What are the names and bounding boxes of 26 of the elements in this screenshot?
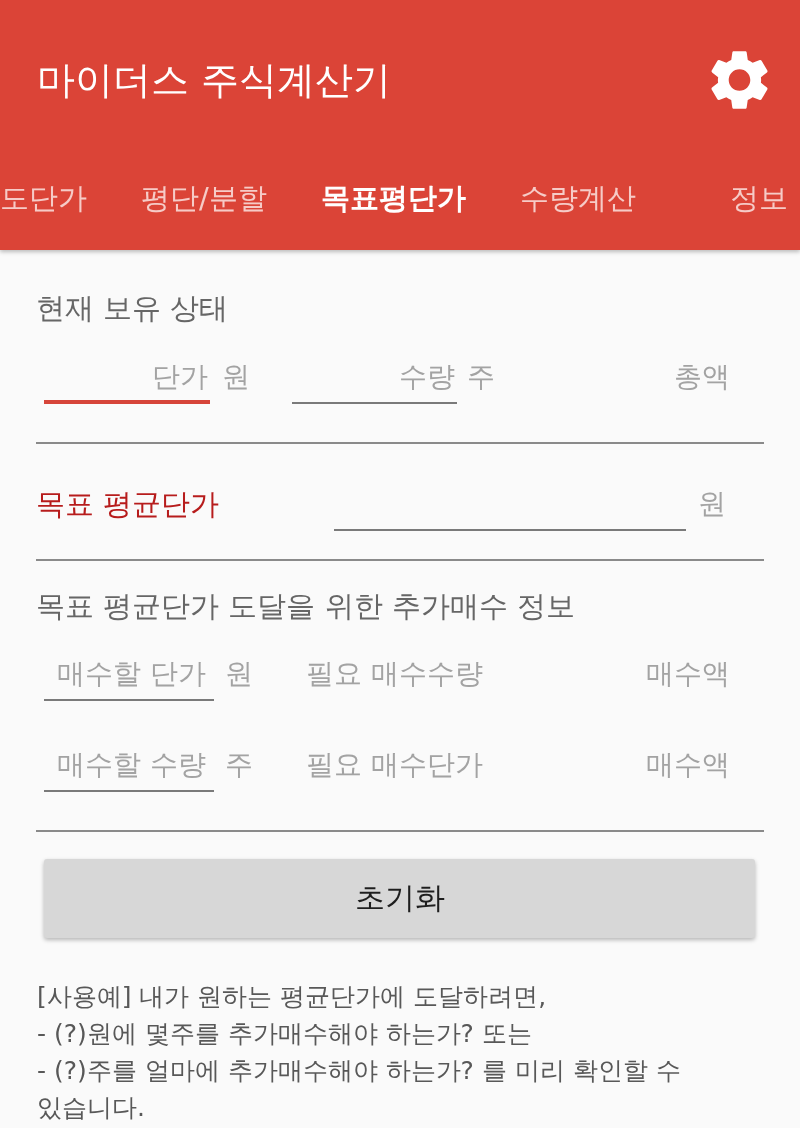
usage-note: [사용예] 내가 원하는 평균단가에 도달하려면, - (?)원에 몇주를 추가매수해야 하는가? 또는 - (?)주를 얼마에 추가매수해야 하는가? 를 미리 확인할 수 있습니다. xyxy=(37,981,682,1124)
tab[interactable]: 도단가 xyxy=(0,178,87,218)
tab[interactable]: 수량계산 xyxy=(519,178,636,218)
tab[interactable]: 평단/분할 xyxy=(141,178,267,218)
total-label: 총액 xyxy=(674,359,730,395)
input-field[interactable]: 단가 xyxy=(44,350,210,404)
target-average-label: 목표 평균단가 xyxy=(36,486,220,523)
input-field[interactable]: 매수할 수량 xyxy=(44,738,214,792)
section-title: 현재 보유 상태 xyxy=(36,290,230,327)
unit-label: 주 xyxy=(467,359,495,395)
unit-label: 원 xyxy=(698,486,726,522)
reset-button[interactable]: 초기화 xyxy=(44,859,755,938)
unit-label: 주 xyxy=(225,747,253,783)
section-title: 목표 평균단가 도달을 위한 추가매수 정보 xyxy=(36,588,577,625)
result-label: 필요 매수단가 xyxy=(306,747,483,783)
unit-label: 원 xyxy=(222,359,250,395)
app-title: 마이더스 주식계산기 xyxy=(37,57,392,104)
input-field[interactable]: 수량 xyxy=(292,350,457,404)
result-label: 필요 매수수량 xyxy=(306,656,483,692)
amount-label: 매수액 xyxy=(646,747,730,783)
amount-label: 매수액 xyxy=(646,656,730,692)
tab[interactable]: 목표평단가 xyxy=(320,178,466,218)
unit-label: 원 xyxy=(225,656,253,692)
settings-icon[interactable] xyxy=(711,50,768,110)
input-field[interactable]: 매수할 단가 xyxy=(44,647,214,701)
tab[interactable]: 정보 xyxy=(730,178,788,218)
